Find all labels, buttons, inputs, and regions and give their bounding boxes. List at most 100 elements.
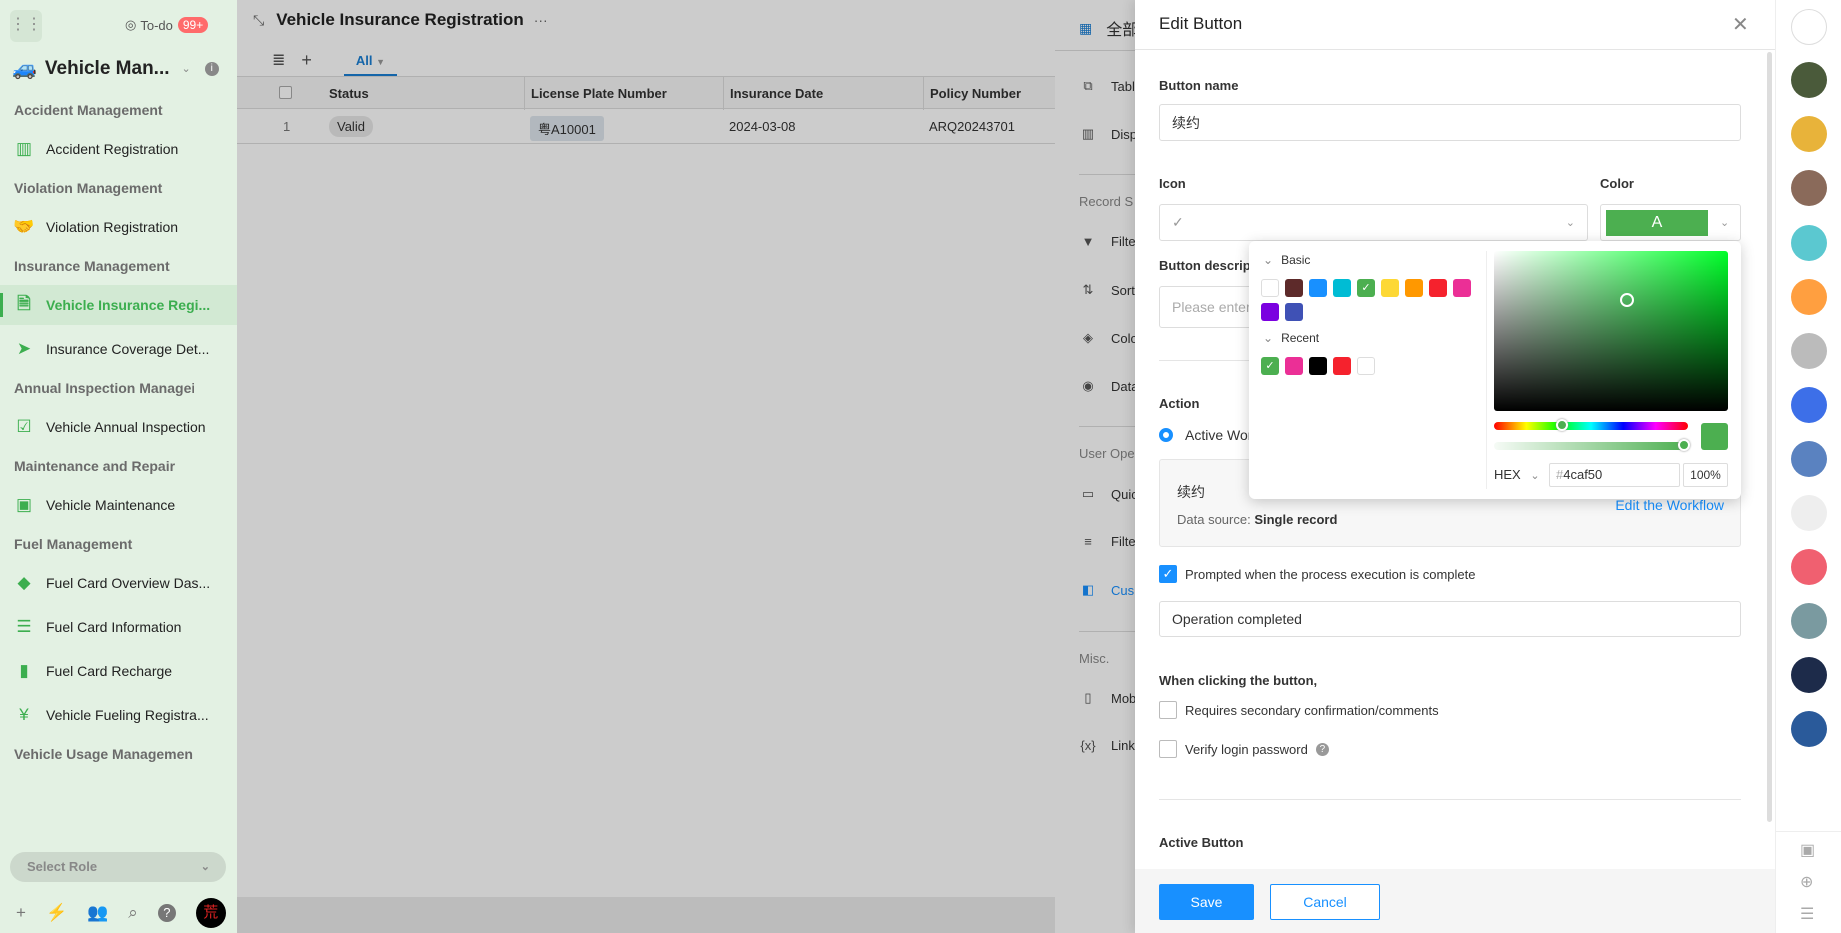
color-picker-popover: ⌄ Basic ✓ ⌄ Recent ✓ HEX ⌄ #4caf50 100% [1249, 241, 1741, 499]
app-avatar[interactable] [1791, 495, 1827, 531]
help-icon[interactable]: ? [1315, 742, 1329, 756]
todo-button[interactable]: ◎ To-do 99+ [125, 17, 209, 33]
sidebar-item[interactable]: ▥ Accident Registration [0, 129, 237, 169]
color-swatch[interactable] [1333, 279, 1351, 297]
color-swatch[interactable] [1405, 279, 1423, 297]
active-workflow-radio[interactable]: Active Wor [1159, 427, 1252, 443]
chevron-down-icon: ⌄ [1720, 217, 1730, 229]
prompt-checkbox[interactable]: ✓ [1159, 565, 1177, 583]
icon-select[interactable]: ✓ ⌄ [1159, 204, 1588, 241]
chat-add-icon[interactable]: ⊕ [1800, 872, 1813, 892]
plus-icon[interactable]: + [16, 903, 26, 923]
data-source: Data source: Single record [1177, 512, 1337, 527]
alpha-handle[interactable] [1678, 439, 1690, 451]
prompt-message-input[interactable]: Operation completed [1159, 601, 1741, 637]
hex-input[interactable]: #4caf50 [1549, 463, 1680, 487]
sidebar-item[interactable]: 🗎 Vehicle Insurance Regi... [0, 285, 237, 325]
app-avatar[interactable] [1791, 657, 1827, 693]
select-role-dropdown[interactable]: Select Role ⌄ [10, 852, 226, 882]
chevron-down-icon: ⌄ [181, 63, 191, 75]
color-swatch[interactable] [1453, 279, 1471, 297]
sidebar-item[interactable]: ¥ Vehicle Fueling Registra... [0, 695, 237, 735]
app-avatar[interactable] [1791, 711, 1827, 747]
color-swatch[interactable]: ✓ [1261, 357, 1279, 375]
sidebar-item[interactable]: 🤝 Violation Registration [0, 207, 237, 247]
app-avatar[interactable] [1791, 279, 1827, 315]
prompt-checkbox-row[interactable]: ✓ Prompted when the process execution is… [1159, 565, 1476, 583]
data-source-value: Single record [1254, 512, 1338, 527]
app-switcher[interactable]: 🚙 Vehicle Man... ⌄ i [12, 56, 219, 81]
app-avatar[interactable] [1791, 441, 1827, 477]
sidebar-group-title: Accident Management [14, 102, 163, 118]
button-name-input[interactable]: 续约 [1159, 104, 1741, 141]
cancel-button[interactable]: Cancel [1270, 884, 1380, 920]
user-avatar[interactable]: 荒 [195, 898, 226, 928]
sidebar-item[interactable]: ☰ Fuel Card Information [0, 607, 237, 647]
color-swatch[interactable] [1333, 357, 1351, 375]
color-swatch[interactable] [1261, 279, 1279, 297]
hue-handle[interactable] [1556, 419, 1568, 431]
alpha-input[interactable]: 100% [1683, 463, 1728, 487]
sidebar-item-label: Fuel Card Recharge [46, 663, 173, 679]
app-avatar[interactable] [1791, 225, 1827, 261]
app-avatar[interactable] [1791, 62, 1827, 98]
app-avatar[interactable] [1791, 387, 1827, 423]
saturation-panel[interactable] [1494, 251, 1728, 411]
modal-overlay[interactable] [237, 0, 1055, 933]
sidebar-item[interactable]: ☑ Vehicle Annual Inspection [0, 407, 237, 447]
info-icon[interactable]: i [204, 61, 219, 76]
color-swatch[interactable] [1285, 279, 1303, 297]
color-swatch[interactable] [1261, 303, 1279, 321]
magic-icon[interactable]: ⚡ [46, 903, 67, 923]
chevron-down-icon[interactable]: ⌄ [1263, 253, 1273, 267]
app-grid-button[interactable]: ⋮⋮ [10, 10, 42, 42]
sidebar-item[interactable]: ▣ Vehicle Maintenance [0, 485, 237, 525]
color-swatch[interactable] [1429, 279, 1447, 297]
app-avatar[interactable] [1791, 763, 1827, 799]
sidebar-item[interactable]: ◆ Fuel Card Overview Das... [0, 563, 237, 603]
help-icon[interactable]: ? [157, 904, 176, 922]
color-select[interactable]: A ⌄ [1600, 204, 1741, 241]
edit-workflow-link[interactable]: Edit the Workflow [1615, 497, 1724, 513]
sidebar-item[interactable]: ▮ Fuel Card Recharge [0, 651, 237, 691]
sidebar-item[interactable]: ➤ Insurance Coverage Det... [0, 329, 237, 369]
icon-label: Icon [1159, 176, 1186, 191]
color-swatch[interactable] [1309, 279, 1327, 297]
notification-bell-button[interactable] [1791, 9, 1827, 45]
app-avatar[interactable] [1791, 116, 1827, 152]
contacts-icon[interactable]: ▣ [1800, 840, 1815, 860]
active-button-label: Active Button [1159, 835, 1244, 850]
sidebar-item-label: Accident Registration [46, 141, 179, 157]
users-icon[interactable]: 👥 [87, 903, 108, 923]
chevron-down-icon: ⌄ [1565, 217, 1575, 229]
search-icon[interactable]: ⌕ [128, 903, 138, 923]
chevron-down-icon[interactable]: ⌄ [1263, 331, 1273, 345]
color-swatch[interactable] [1357, 357, 1375, 375]
saturation-handle[interactable] [1620, 293, 1634, 307]
app-avatar[interactable] [1791, 603, 1827, 639]
secondary-confirm-label: Requires secondary confirmation/comments [1185, 702, 1439, 718]
secondary-confirm-row[interactable]: Requires secondary confirmation/comments [1159, 701, 1439, 719]
current-color-preview [1701, 423, 1728, 450]
color-swatch[interactable] [1285, 357, 1303, 375]
sidebar: ⋮⋮ ◎ To-do 99+ 🚙 Vehicle Man... ⌄ i Acci… [0, 0, 237, 933]
app-avatar[interactable] [1791, 170, 1827, 206]
secondary-confirm-checkbox[interactable] [1159, 701, 1177, 719]
color-swatch[interactable]: ✓ [1357, 279, 1375, 297]
alpha-slider[interactable] [1494, 439, 1690, 451]
app-avatar[interactable] [1791, 549, 1827, 585]
scrollbar[interactable] [1767, 52, 1772, 822]
color-swatch[interactable] [1285, 303, 1303, 321]
app-avatar[interactable] [1791, 333, 1827, 369]
verify-password-checkbox[interactable] [1159, 740, 1177, 758]
verify-password-row[interactable]: Verify login password ? [1159, 740, 1329, 758]
format-select[interactable]: HEX ⌄ [1494, 467, 1540, 482]
save-button[interactable]: Save [1159, 884, 1254, 920]
hue-slider[interactable] [1494, 419, 1688, 431]
shapes-icon: ◆ [17, 573, 31, 592]
close-icon[interactable]: ✕ [1732, 12, 1749, 37]
color-swatch[interactable] [1381, 279, 1399, 297]
color-swatch[interactable] [1309, 357, 1327, 375]
panel-overlay[interactable] [1055, 0, 1135, 933]
collapse-menu-icon[interactable]: ☰ [1800, 904, 1814, 924]
